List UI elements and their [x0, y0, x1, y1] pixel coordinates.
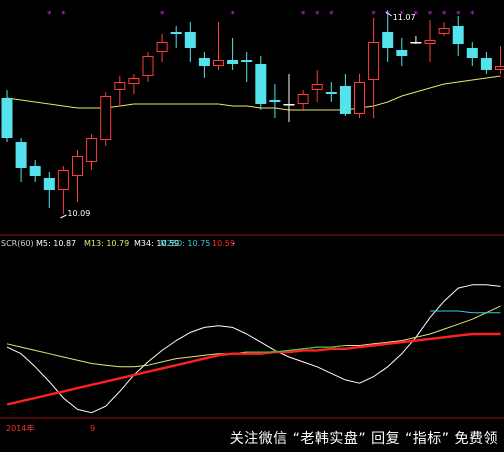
candle-body-up — [368, 42, 380, 80]
signal-marker: * — [47, 10, 52, 20]
candle-body-up — [114, 82, 126, 90]
candle-body-up — [128, 78, 140, 84]
candle-body-down — [339, 86, 351, 114]
signal-marker: * — [428, 10, 433, 20]
legend-trail: - — [232, 239, 235, 248]
candle — [255, 56, 267, 110]
candle-body-down — [15, 142, 27, 168]
candle-body-up — [495, 66, 504, 70]
candle-body-down — [480, 58, 492, 70]
candle-body-down — [396, 50, 408, 56]
legend-title: SCR(60) — [1, 239, 34, 248]
signal-marker: * — [442, 10, 447, 20]
legend-m250: M250: 10.75 — [160, 239, 210, 248]
wechat-watermark: 关注微信 “老韩实盘” 回复 “指标” 免费领 — [229, 431, 498, 447]
candle-body-up — [311, 84, 323, 90]
candle-body-up — [213, 60, 224, 66]
candle-body-up — [354, 82, 365, 114]
candle-body-down — [325, 92, 337, 94]
signal-marker: * — [470, 10, 475, 20]
candle-body-down — [452, 26, 464, 44]
candle-body-down — [1, 98, 13, 138]
candle-body-up — [57, 170, 69, 190]
chart-window: * * * * * * * * * * * * * * * 11.07 10.09 SCR(60) M5: 10… — [0, 0, 504, 452]
candle-body-down — [170, 32, 182, 34]
month-label: 9 — [90, 425, 95, 433]
signal-marker: * — [329, 10, 334, 20]
high-price-label: 11.07 — [393, 13, 416, 22]
stock-chart: * * * * * * * * * * * * * * *11.0710.09 SCR(60) M5: 10… — [0, 0, 504, 425]
candle-body-down — [184, 32, 196, 48]
candle-body-down — [255, 64, 267, 104]
signal-marker: * — [61, 10, 66, 20]
candle-body-up — [100, 96, 112, 140]
signal-marker: * — [456, 10, 461, 20]
year-label: 2014年 — [6, 425, 34, 433]
legend-m5: M5: 10.87 — [36, 239, 76, 248]
candle-body-up — [438, 28, 450, 34]
candle-body-down — [227, 60, 239, 64]
candle-body-up — [142, 56, 154, 76]
candle-body-up — [72, 156, 83, 176]
candle-body-down — [29, 166, 41, 176]
indicator-legend: SCR(60) M5: 10.87 M13: 10.79 M34: 10.59 … — [1, 239, 235, 248]
candle-body-down — [43, 178, 55, 190]
signal-marker: * — [160, 10, 165, 20]
candle-body-up — [86, 138, 98, 162]
candle-body-down — [198, 58, 210, 66]
candle-body-up — [297, 94, 309, 104]
candle-body-down — [410, 42, 422, 44]
candle-body-down — [466, 48, 478, 58]
signal-marker: * — [230, 10, 235, 20]
candle-body-up — [156, 42, 168, 52]
signal-marker: * — [371, 10, 376, 20]
candle — [100, 92, 112, 146]
candle-body-down — [269, 100, 281, 102]
legend-m13: M13: 10.79 — [84, 239, 129, 248]
signal-marker: * — [315, 10, 320, 20]
low-price-label: 10.09 — [67, 209, 90, 218]
candle-body-down — [283, 104, 295, 106]
signal-marker: * — [301, 10, 306, 20]
candle-body-down — [241, 60, 253, 62]
candle-body-down — [382, 32, 394, 48]
candle-body-up — [424, 40, 436, 44]
